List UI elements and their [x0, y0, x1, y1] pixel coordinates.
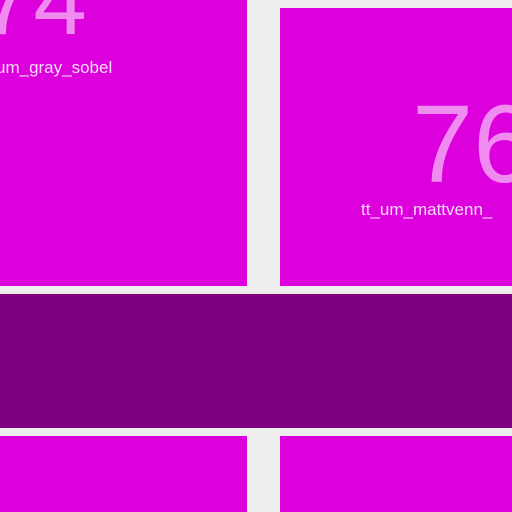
project-tile-bottom-right[interactable]: [280, 436, 512, 512]
tile-number: 74: [0, 0, 87, 55]
tile-label: tt_um_mattvenn_: [361, 200, 493, 219]
project-tile-bottom-left[interactable]: [0, 436, 247, 512]
tile-label: um_gray_sobel: [0, 58, 113, 77]
tile-number: 76: [412, 83, 512, 206]
highlighted-band-tile[interactable]: [0, 294, 512, 428]
project-tile-76[interactable]: 76 tt_um_mattvenn_: [280, 8, 512, 286]
project-tile-74[interactable]: 74 um_gray_sobel: [0, 0, 247, 286]
tile-grid-canvas: 74 um_gray_sobel 76 tt_um_mattvenn_: [0, 0, 512, 512]
